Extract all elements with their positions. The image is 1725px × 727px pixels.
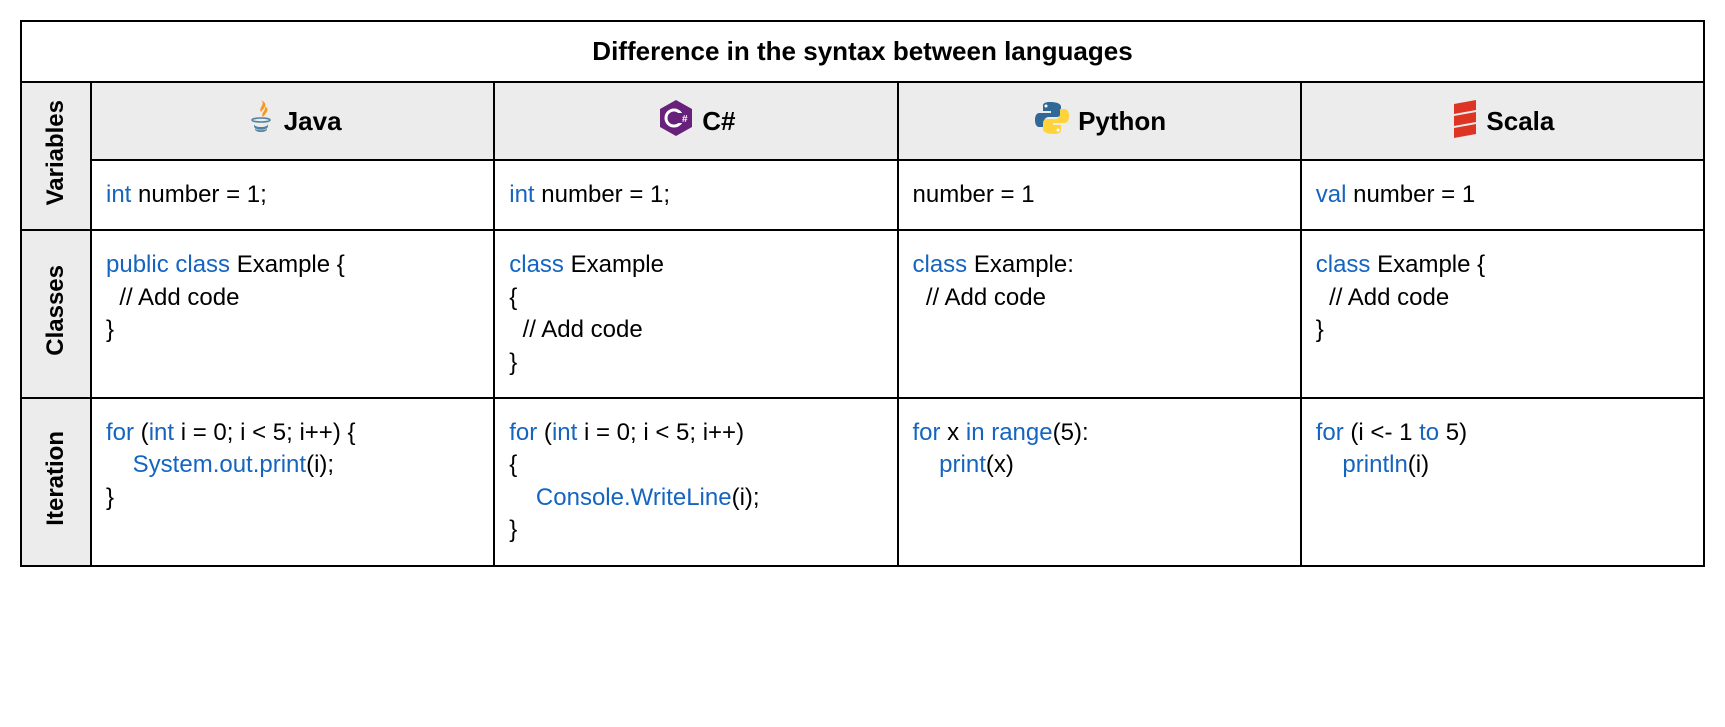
cell-iteration-csharp: for (int i = 0; i < 5; i++) { Console.Wr… xyxy=(494,398,897,566)
cell-iteration-scala: for (i <- 1 to 5) println(i) xyxy=(1301,398,1704,566)
row-header-variables: Variables xyxy=(21,82,91,230)
cell-variables-csharp: int number = 1; xyxy=(494,160,897,230)
cell-iteration-java: for (int i = 0; i < 5; i++) { System.out… xyxy=(91,398,494,566)
cell-variables-python: number = 1 xyxy=(898,160,1301,230)
row-header-classes: Classes xyxy=(21,230,91,398)
lang-header-scala: Scala xyxy=(1301,82,1704,160)
lang-label-java: Java xyxy=(284,106,342,136)
cell-classes-csharp: class Example { // Add code } xyxy=(494,230,897,398)
lang-label-python: Python xyxy=(1078,106,1166,136)
scala-icon xyxy=(1450,98,1480,145)
csharp-icon: # xyxy=(656,98,696,145)
cell-variables-scala: val number = 1 xyxy=(1301,160,1704,230)
cell-iteration-python: for x in range(5): print(x) xyxy=(898,398,1301,566)
table-title: Difference in the syntax between languag… xyxy=(21,21,1704,82)
cell-classes-java: public class Example { // Add code } xyxy=(91,230,494,398)
cell-classes-scala: class Example { // Add code } xyxy=(1301,230,1704,398)
cell-variables-java: int number = 1; xyxy=(91,160,494,230)
row-header-iteration: Iteration xyxy=(21,398,91,566)
java-icon xyxy=(244,98,278,145)
svg-text:#: # xyxy=(682,114,688,125)
lang-header-csharp: # C# xyxy=(494,82,897,160)
lang-label-scala: Scala xyxy=(1486,106,1554,136)
lang-header-java: Java xyxy=(91,82,494,160)
lang-label-csharp: C# xyxy=(702,106,735,136)
syntax-comparison-table: Difference in the syntax between languag… xyxy=(20,20,1705,567)
python-icon xyxy=(1032,98,1072,145)
lang-header-python: Python xyxy=(898,82,1301,160)
cell-classes-python: class Example: // Add code xyxy=(898,230,1301,398)
